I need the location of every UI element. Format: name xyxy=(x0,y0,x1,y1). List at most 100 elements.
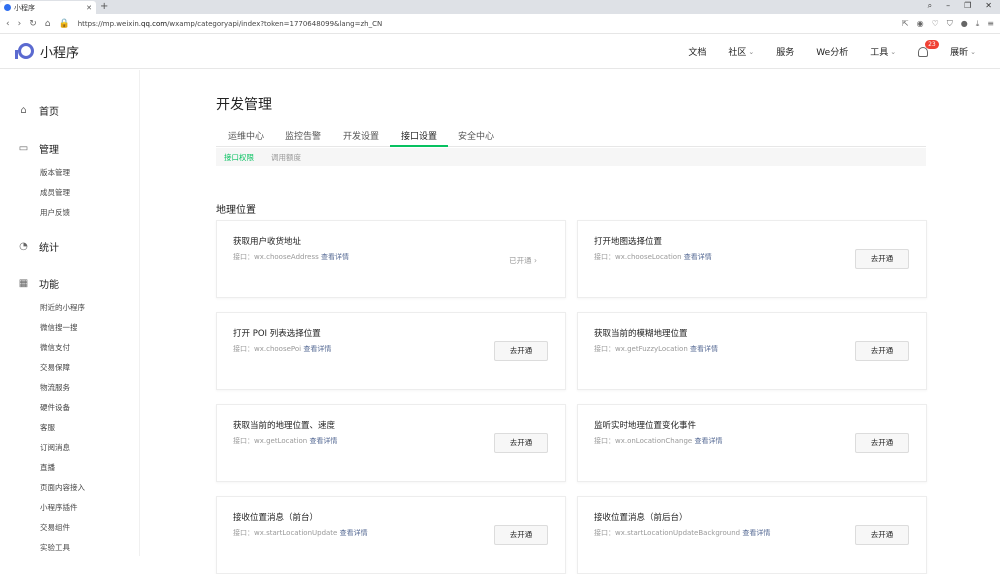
download-icon[interactable]: ⤓ xyxy=(976,19,980,29)
sidebar-item-plugins[interactable]: 小程序插件 xyxy=(0,498,139,518)
heart-icon[interactable]: ♡ xyxy=(932,19,939,29)
more-icon[interactable]: ≡ xyxy=(987,19,994,29)
details-link[interactable]: 查看详情 xyxy=(684,253,712,261)
sidebar-item-experiment[interactable]: 实验工具 xyxy=(0,538,139,558)
opened-status[interactable]: 已开通 › xyxy=(509,255,537,266)
details-link[interactable]: 查看详情 xyxy=(303,345,331,353)
sidebar-item-content[interactable]: 页面内容接入 xyxy=(0,478,139,498)
menu-we-analysis[interactable]: We分析 xyxy=(816,45,848,58)
api-card: 接收位置消息（前后台） 接口：wx.startLocationUpdateBac… xyxy=(577,496,927,574)
window-controls: ⌕ – ❐ ✕ xyxy=(928,1,992,11)
api-card-title: 获取当前的模糊地理位置 xyxy=(594,329,688,339)
api-card-title: 打开 POI 列表选择位置 xyxy=(233,329,321,339)
api-card: 打开 POI 列表选择位置 接口：wx.choosePoi 查看详情 去开通 xyxy=(216,312,566,390)
search-icon[interactable]: ⌕ xyxy=(928,1,932,11)
browser-tab[interactable]: 小程序 ✕ xyxy=(0,1,96,14)
api-card: 监听实时地理位置变化事件 接口：wx.onLocationChange 查看详情… xyxy=(577,404,927,482)
top-nav: 小程序 文档 社区 ⌄ 服务 We分析 工具 ⌄ 23 展昕 ⌄ xyxy=(0,34,1000,69)
menu-community[interactable]: 社区 ⌄ xyxy=(728,45,754,59)
sidebar-item-version[interactable]: 版本管理 xyxy=(0,163,139,183)
tab-api-settings[interactable]: 接口设置 xyxy=(400,129,438,142)
back-icon[interactable]: ‹ xyxy=(6,19,10,29)
home-nav-icon[interactable]: ⌂ xyxy=(45,19,51,29)
activate-button[interactable]: 去开通 xyxy=(855,341,909,361)
api-card-desc: 接口：wx.getLocation 查看详情 xyxy=(233,437,338,445)
chevron-down-icon: ⌄ xyxy=(970,47,976,56)
api-card-title: 接收位置消息（前台） xyxy=(233,513,319,523)
sub-tabs: 接口权限 调用额度 xyxy=(216,148,926,166)
details-link[interactable]: 查看详情 xyxy=(340,529,368,537)
tab-dev-settings[interactable]: 开发设置 xyxy=(342,129,380,142)
api-card-desc: 接口：wx.getFuzzyLocation 查看详情 xyxy=(594,345,718,353)
sidebar-item-support[interactable]: 客服 xyxy=(0,418,139,438)
details-link[interactable]: 查看详情 xyxy=(690,345,718,353)
chevron-right-icon: › xyxy=(534,256,537,265)
sidebar-item-logistics[interactable]: 物流服务 xyxy=(0,378,139,398)
activate-button[interactable]: 去开通 xyxy=(494,525,548,545)
logo[interactable]: 小程序 xyxy=(15,42,79,61)
sidebar-item-nearby[interactable]: 附近的小程序 xyxy=(0,298,139,318)
activate-button[interactable]: 去开通 xyxy=(494,341,548,361)
details-link[interactable]: 查看详情 xyxy=(694,437,722,445)
sidebar-item-features[interactable]: ▦ 功能 xyxy=(0,274,139,292)
browser-toolbar: ⇱ ◉ ♡ ⛉ ● ⤓ ≡ xyxy=(902,19,994,29)
tab-monitor[interactable]: 监控告警 xyxy=(284,129,322,142)
details-link[interactable]: 查看详情 xyxy=(742,529,770,537)
section-title: 地理位置 xyxy=(216,205,256,216)
api-card-desc: 接口：wx.onLocationChange 查看详情 xyxy=(594,437,723,445)
menu-services[interactable]: 服务 xyxy=(776,45,794,58)
tab-ops[interactable]: 运维中心 xyxy=(227,129,265,142)
sidebar-item-feedback[interactable]: 用户反馈 xyxy=(0,203,139,223)
api-card-desc: 接口：wx.chooseLocation 查看详情 xyxy=(594,253,712,261)
menu-docs[interactable]: 文档 xyxy=(688,45,706,58)
browser-tab-title: 小程序 xyxy=(14,3,35,12)
tab-security[interactable]: 安全中心 xyxy=(457,129,495,142)
activate-button[interactable]: 去开通 xyxy=(494,433,548,453)
camera-icon[interactable]: ◉ xyxy=(917,19,924,29)
sidebar-item-search[interactable]: 微信搜一搜 xyxy=(0,318,139,338)
sidebar-item-members[interactable]: 成员管理 xyxy=(0,183,139,203)
chevron-down-icon: ⌄ xyxy=(890,47,897,56)
sidebar-item-subscribe[interactable]: 订阅消息 xyxy=(0,438,139,458)
pie-chart-icon: ◔ xyxy=(19,240,28,252)
minimize-icon[interactable]: – xyxy=(946,1,950,11)
activate-button[interactable]: 去开通 xyxy=(855,433,909,453)
restore-icon[interactable]: ❐ xyxy=(964,1,971,11)
bell-icon[interactable]: 23 xyxy=(918,39,939,57)
sidebar-item-manage[interactable]: ▭ 管理 xyxy=(0,139,139,157)
activate-button[interactable]: 去开通 xyxy=(855,525,909,545)
browser-tabbar: 小程序 ✕ + ⌕ – ❐ ✕ xyxy=(0,0,1000,14)
profile-icon[interactable]: ● xyxy=(961,19,968,29)
url-field[interactable]: https://mp.weixin.qq.com/wxamp/categorya… xyxy=(78,20,383,28)
close-tab-icon[interactable]: ✕ xyxy=(86,4,92,12)
details-link[interactable]: 查看详情 xyxy=(321,253,349,261)
sidebar-item-guarantee[interactable]: 交易保障 xyxy=(0,358,139,378)
sidebar-item-trade[interactable]: 交易组件 xyxy=(0,518,139,538)
sidebar-item-live[interactable]: 直播 xyxy=(0,458,139,478)
activate-button[interactable]: 去开通 xyxy=(855,249,909,269)
favicon-icon xyxy=(4,4,11,11)
forward-icon[interactable]: › xyxy=(18,19,22,29)
sidebar-item-home[interactable]: ⌂ 首页 xyxy=(0,101,139,119)
close-window-icon[interactable]: ✕ xyxy=(985,1,992,11)
sidebar-item-stats[interactable]: ◔ 统计 xyxy=(0,237,139,255)
sidebar-item-pay[interactable]: 微信支付 xyxy=(0,338,139,358)
main-content: 开发管理 运维中心 监控告警 开发设置 接口设置 安全中心 接口权限 调用额度 … xyxy=(216,70,927,574)
sidebar-item-hardware[interactable]: 硬件设备 xyxy=(0,398,139,418)
details-link[interactable]: 查看详情 xyxy=(309,437,337,445)
dev-tabs: 运维中心 监控告警 开发设置 接口设置 安全中心 xyxy=(216,125,926,147)
user-menu[interactable]: 展昕 ⌄ xyxy=(950,45,976,59)
reload-icon[interactable]: ↻ xyxy=(29,19,37,29)
grid-icon: ▦ xyxy=(18,277,29,289)
menu-tools[interactable]: 工具 ⌄ xyxy=(870,45,897,59)
lock-icon: 🔒 xyxy=(58,18,70,29)
new-tab-button[interactable]: + xyxy=(100,1,108,12)
active-tab-underline xyxy=(390,145,448,147)
share-icon[interactable]: ⇱ xyxy=(902,19,909,29)
api-card: 获取当前的模糊地理位置 接口：wx.getFuzzyLocation 查看详情 … xyxy=(577,312,927,390)
api-card-desc: 接口：wx.startLocationUpdateBackground 查看详情 xyxy=(594,529,771,537)
api-card-desc: 接口：wx.chooseAddress 查看详情 xyxy=(233,253,350,261)
subtab-permissions[interactable]: 接口权限 xyxy=(224,152,254,163)
shield-icon[interactable]: ⛉ xyxy=(947,19,953,29)
subtab-quota[interactable]: 调用额度 xyxy=(271,152,301,163)
